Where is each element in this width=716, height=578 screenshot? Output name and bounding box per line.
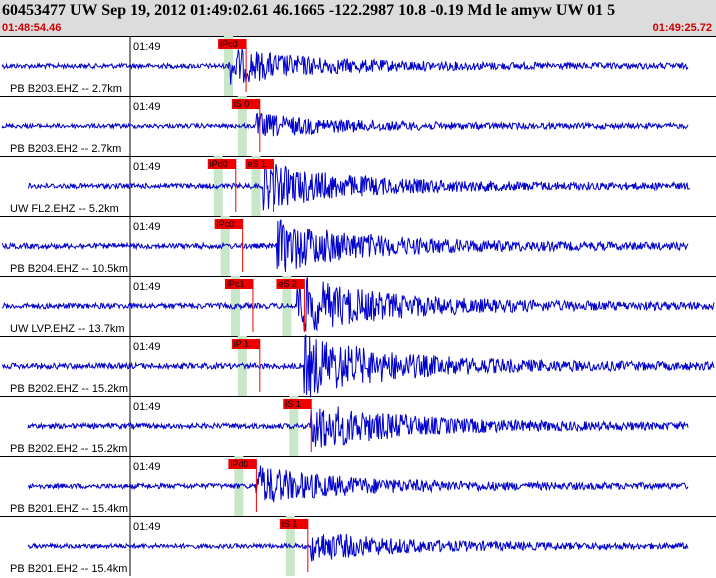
end-time: 01:49:25.72 — [652, 22, 712, 34]
trace-row[interactable]: 01:49 iS 0 PB B203.EH2 -- 2.7km — [0, 96, 716, 156]
waveform-trace — [27, 465, 689, 503]
pick-label: iS 0 — [234, 99, 250, 109]
pick-label: iPc0 — [220, 39, 238, 49]
pick-label: iPd0 — [230, 459, 248, 469]
pick-label: iPc1 — [227, 279, 245, 289]
trace-station-label: PB B203.EHZ -- 2.7km — [10, 83, 122, 95]
time-tick-label: 01:49 — [133, 461, 161, 473]
trace-row[interactable]: 01:49 iPd0 eS 1 UW FL2.EHZ -- 5.2km — [0, 156, 716, 216]
time-tick-label: 01:49 — [133, 521, 161, 533]
time-tick-label: 01:49 — [133, 41, 161, 53]
pick-label: iPd0 — [210, 159, 228, 169]
time-tick-label: 01:49 — [133, 281, 161, 293]
time-tick-label: 01:49 — [133, 161, 161, 173]
pick-label: iS 1 — [282, 519, 298, 529]
waveform-panel[interactable]: 01:49 iPc0 PB B203.EHZ -- 2.7km 01:49 iS 0 PB… — [0, 36, 716, 578]
pick-label: iPc0 — [217, 219, 235, 229]
trace-row[interactable]: 01:49 iPc1 eS 2 UW LVP.EHZ -- 13.7km — [0, 276, 716, 336]
seismogram-viewer: 60453477 UW Sep 19, 2012 01:49:02.61 46.… — [0, 0, 716, 578]
trace-row[interactable]: 01:49 iPc0 PB B204.EHZ -- 10.5km — [0, 216, 716, 276]
start-time: 01:48:54.46 — [2, 22, 62, 34]
waveform-trace — [27, 406, 689, 448]
waveform-trace — [1, 48, 689, 85]
trace-row[interactable]: 01:49 iP 1 PB B202.EHZ -- 15.2km — [0, 334, 716, 398]
pick-label: iP 1 — [234, 339, 249, 349]
trace-station-label: UW FL2.EHZ -- 5.2km — [10, 203, 119, 215]
trace-row[interactable]: 01:49 iPc0 PB B203.EHZ -- 2.7km — [0, 36, 716, 96]
trace-station-label: UW LVP.EHZ -- 13.7km — [10, 323, 125, 335]
pick-label: eS 1 — [248, 159, 267, 169]
pick-label: iS 1 — [285, 399, 301, 409]
trace-station-label: PB B202.EH2 -- 15.2km — [10, 443, 127, 455]
trace-station-label: PB B202.EHZ -- 15.2km — [10, 383, 128, 395]
time-tick-label: 01:49 — [133, 341, 161, 353]
trace-row[interactable]: 01:49 iPd0 PB B201.EHZ -- 15.4km — [0, 456, 716, 516]
time-tick-label: 01:49 — [133, 221, 161, 233]
waveform-trace — [27, 161, 691, 211]
trace-station-label: PB B201.EHZ -- 15.4km — [10, 503, 128, 515]
trace-station-label: PB B204.EHZ -- 10.5km — [10, 263, 128, 275]
event-header: 60453477 UW Sep 19, 2012 01:49:02.61 46.… — [0, 0, 716, 36]
trace-station-label: PB B201.EH2 -- 15.4km — [10, 563, 127, 575]
trace-row[interactable]: 01:49 iS 1 PB B201.EH2 -- 15.4km — [0, 516, 716, 576]
trace-row[interactable]: 01:49 iS 1 PB B202.EH2 -- 15.2km — [0, 396, 716, 456]
time-tick-label: 01:49 — [133, 101, 161, 113]
event-title: 60453477 UW Sep 19, 2012 01:49:02.61 46.… — [2, 2, 616, 19]
trace-station-label: PB B203.EH2 -- 2.7km — [10, 143, 121, 155]
time-tick-label: 01:49 — [133, 401, 161, 413]
pick-label: eS 2 — [278, 279, 297, 289]
waveform-trace — [1, 112, 689, 137]
waveform-trace — [27, 533, 689, 562]
